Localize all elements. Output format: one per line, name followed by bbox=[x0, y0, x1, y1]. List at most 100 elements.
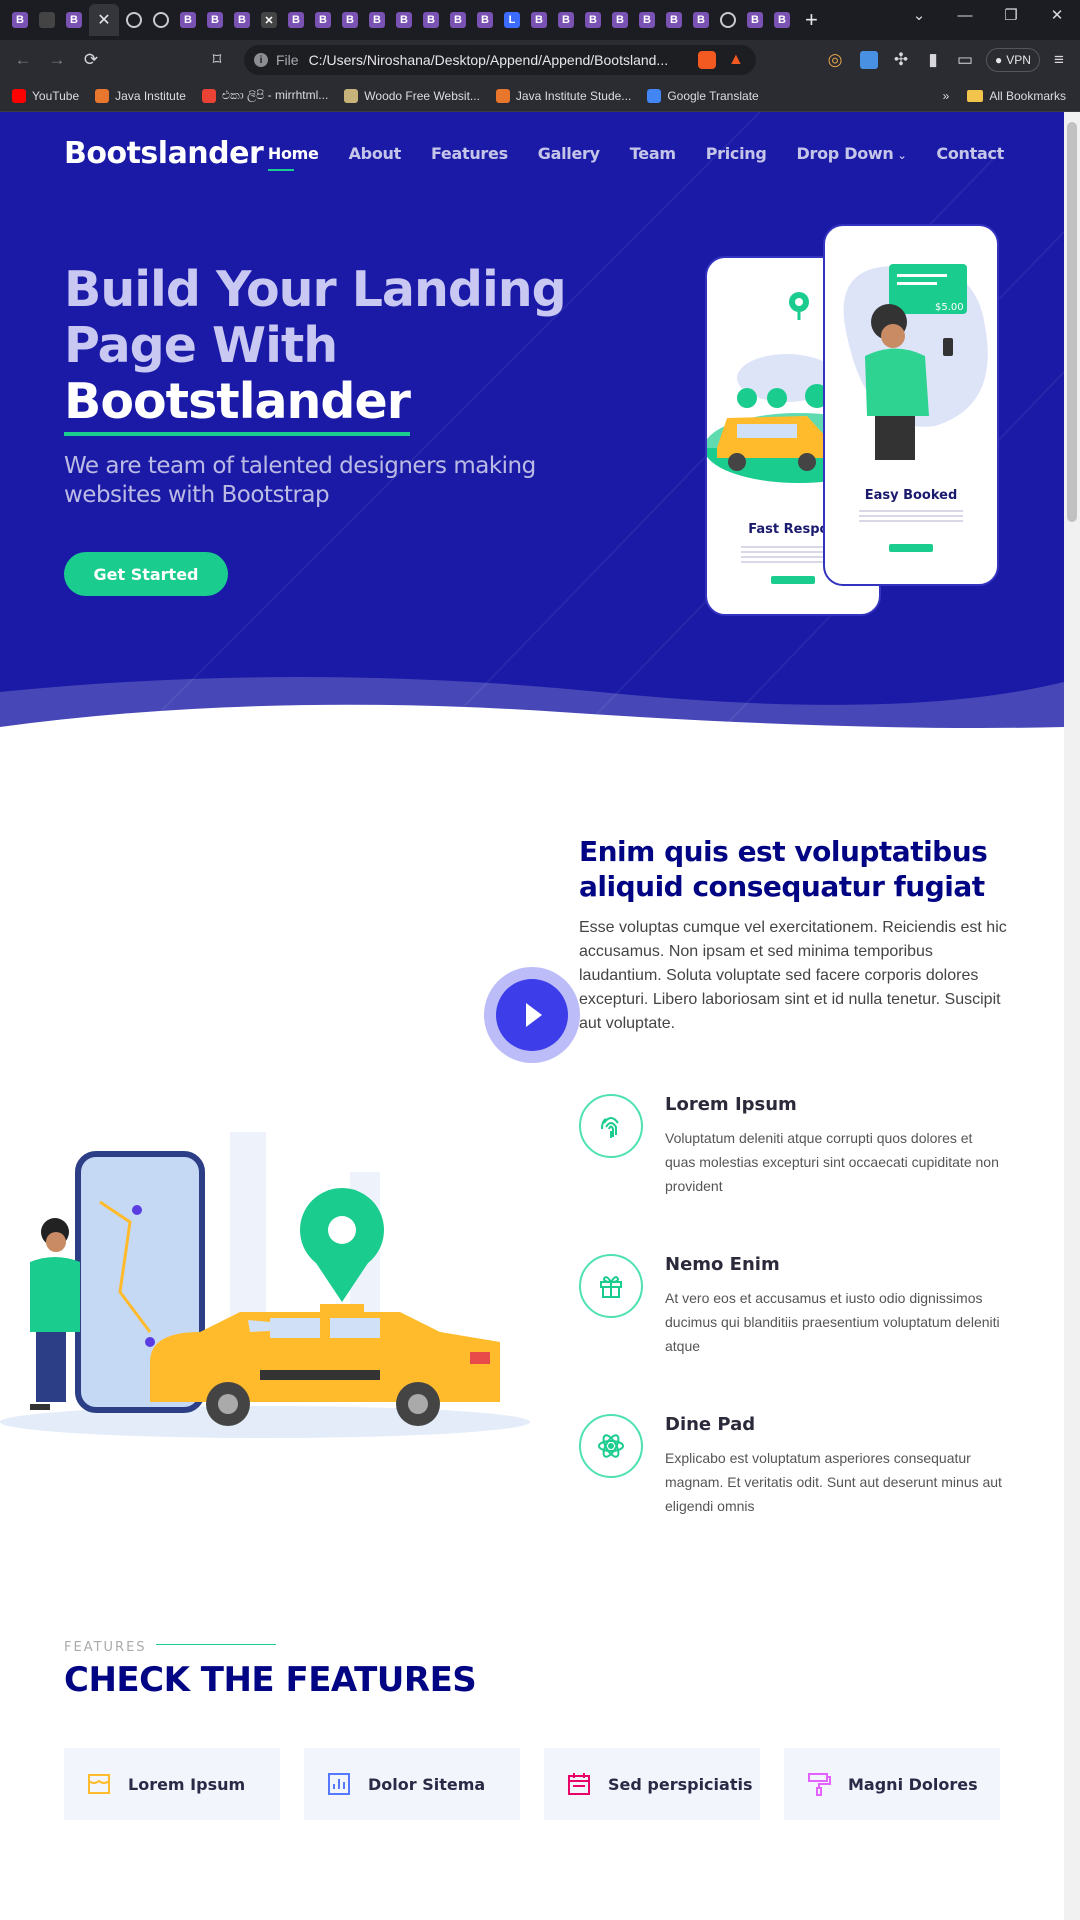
bootstrap-icon: B bbox=[693, 12, 709, 28]
browser-tab[interactable]: B bbox=[392, 8, 416, 32]
bookmark-item[interactable]: එකා ලිපි - mirrhtml... bbox=[201, 88, 328, 103]
nav-gallery[interactable]: Gallery bbox=[538, 144, 600, 163]
nav-features[interactable]: Features bbox=[431, 144, 508, 163]
browser-tab[interactable]: B bbox=[770, 8, 794, 32]
sidebar-icon[interactable]: ▮ bbox=[916, 50, 950, 70]
feature-box-label: Dolor Sitema bbox=[368, 1774, 486, 1794]
close-window-button[interactable]: ✕ bbox=[1034, 0, 1080, 30]
bootstrap-icon: B bbox=[369, 12, 385, 28]
play-icon bbox=[496, 979, 568, 1051]
reload-icon[interactable]: ⟳ bbox=[74, 50, 108, 70]
tab-search-dropdown[interactable]: ⌄ bbox=[896, 0, 942, 30]
feature-box-label: Magni Dolores bbox=[848, 1774, 978, 1794]
person-with-phone-illustration bbox=[843, 264, 988, 460]
bookmarks-overflow-icon[interactable]: » bbox=[943, 89, 950, 103]
browser-tab[interactable]: B bbox=[473, 8, 497, 32]
get-started-button[interactable]: Get Started bbox=[64, 552, 228, 596]
vpn-label: VPN bbox=[1006, 53, 1031, 67]
nav-drop-down[interactable]: Drop Down ⌄ bbox=[797, 144, 907, 163]
new-tab-button[interactable]: + bbox=[805, 7, 818, 33]
page-scrollbar[interactable] bbox=[1064, 112, 1080, 1920]
puzzle-icon[interactable]: ✣ bbox=[884, 50, 918, 70]
bootstrap-icon: B bbox=[423, 12, 439, 28]
browser-tab[interactable]: B bbox=[662, 8, 686, 32]
feature-box[interactable]: Lorem Ipsum bbox=[64, 1748, 280, 1820]
play-video-button[interactable] bbox=[484, 967, 580, 1063]
phone-right-text-lines bbox=[859, 510, 963, 525]
browser-tab[interactable] bbox=[35, 8, 59, 32]
browser-tab[interactable]: B bbox=[635, 8, 659, 32]
bootstrap-icon: B bbox=[531, 12, 547, 28]
browser-tab[interactable]: B bbox=[284, 8, 308, 32]
browser-tab[interactable]: B bbox=[203, 8, 227, 32]
menu-icon[interactable]: ≡ bbox=[1042, 50, 1076, 70]
browser-tab[interactable]: B bbox=[230, 8, 254, 32]
scrollbar-thumb[interactable] bbox=[1067, 122, 1077, 522]
address-bar[interactable]: i File C:/Users/Niroshana/Desktop/Append… bbox=[244, 45, 756, 75]
restore-button[interactable]: ❐ bbox=[988, 0, 1034, 30]
browser-tab[interactable]: B bbox=[554, 8, 578, 32]
wallet-icon[interactable]: ▭ bbox=[948, 50, 982, 70]
browser-tab[interactable]: B bbox=[608, 8, 632, 32]
extension-c-icon[interactable] bbox=[860, 51, 878, 69]
bookmark-favicon-icon bbox=[201, 88, 216, 103]
browser-tab[interactable]: B bbox=[311, 8, 335, 32]
feature-box[interactable]: Magni Dolores bbox=[784, 1748, 1000, 1820]
nav-pricing[interactable]: Pricing bbox=[706, 144, 767, 163]
bookmark-item[interactable]: Google Translate bbox=[647, 88, 759, 103]
bookmark-icon[interactable]: ⌑ bbox=[200, 50, 234, 70]
bootstrap-icon: B bbox=[477, 12, 493, 28]
browser-tab[interactable]: B bbox=[581, 8, 605, 32]
browser-tab[interactable] bbox=[149, 8, 173, 32]
nav-team[interactable]: Team bbox=[630, 144, 676, 163]
forward-icon[interactable]: → bbox=[40, 50, 74, 70]
browser-tab[interactable]: B bbox=[527, 8, 551, 32]
web-page: Bootslander Home About Features Gallery Team… bbox=[0, 112, 1064, 1920]
all-bookmarks-button[interactable]: » All Bookmarks bbox=[943, 89, 1066, 103]
hero-wave-divider bbox=[0, 677, 1064, 752]
bootstrap-icon: B bbox=[342, 12, 358, 28]
browser-tab[interactable]: B bbox=[743, 8, 767, 32]
bootstrap-icon: B bbox=[315, 12, 331, 28]
site-info-icon[interactable]: i bbox=[254, 53, 268, 67]
browser-tab[interactable] bbox=[716, 8, 740, 32]
bookmark-favicon-icon bbox=[12, 88, 26, 103]
browser-tab[interactable]: B bbox=[62, 8, 86, 32]
browser-tab[interactable]: B bbox=[176, 8, 200, 32]
browser-tab[interactable]: L bbox=[500, 8, 524, 32]
vpn-button[interactable]: ● VPN bbox=[986, 48, 1040, 72]
about-title: Enim quis est voluptatibus aliquid conse… bbox=[579, 835, 988, 903]
brave-rewards-icon[interactable]: ▲ bbox=[728, 51, 746, 69]
browser-tab[interactable] bbox=[122, 8, 146, 32]
feature-box[interactable]: Dolor Sitema bbox=[304, 1748, 520, 1820]
browser-tab[interactable]: B bbox=[8, 8, 32, 32]
bookmark-label: Java Institute Stude... bbox=[515, 88, 632, 103]
bookmark-item[interactable]: Java Institute bbox=[95, 88, 186, 103]
nav-about[interactable]: About bbox=[349, 144, 402, 163]
feature-box[interactable]: Sed perspiciatis bbox=[544, 1748, 760, 1820]
phone-left-button bbox=[771, 576, 815, 584]
bookmark-item[interactable]: YouTube bbox=[12, 88, 79, 103]
browser-tab[interactable]: B bbox=[419, 8, 443, 32]
nav-contact[interactable]: Contact bbox=[936, 144, 1004, 163]
browser-tab[interactable]: ✕ bbox=[89, 4, 119, 36]
brand-logo[interactable]: Bootslander bbox=[64, 136, 264, 171]
phone-right-title: Easy Booked bbox=[864, 488, 958, 503]
bookmark-item[interactable]: Woodo Free Websit... bbox=[344, 88, 480, 103]
browser-tab[interactable]: ✕ bbox=[257, 8, 281, 32]
url-text[interactable]: C:/Users/Niroshana/Desktop/Append/Append… bbox=[309, 52, 679, 68]
browser-tab[interactable]: B bbox=[689, 8, 713, 32]
brave-shield-icon[interactable] bbox=[698, 51, 716, 69]
extension-icon[interactable]: ◎ bbox=[818, 50, 852, 70]
browser-tab[interactable]: B bbox=[338, 8, 362, 32]
browser-tab[interactable]: B bbox=[365, 8, 389, 32]
nav-home[interactable]: Home bbox=[267, 144, 319, 171]
bookmark-item[interactable]: Java Institute Stude... bbox=[495, 88, 632, 103]
close-icon: ✕ bbox=[97, 12, 111, 29]
back-icon[interactable]: ← bbox=[6, 50, 40, 70]
feature-box-label: Lorem Ipsum bbox=[128, 1774, 246, 1794]
browser-tab[interactable]: B bbox=[446, 8, 470, 32]
minimize-button[interactable]: — bbox=[942, 0, 988, 30]
paint-roller-icon bbox=[808, 1773, 831, 1796]
bar-chart-icon bbox=[328, 1773, 350, 1795]
